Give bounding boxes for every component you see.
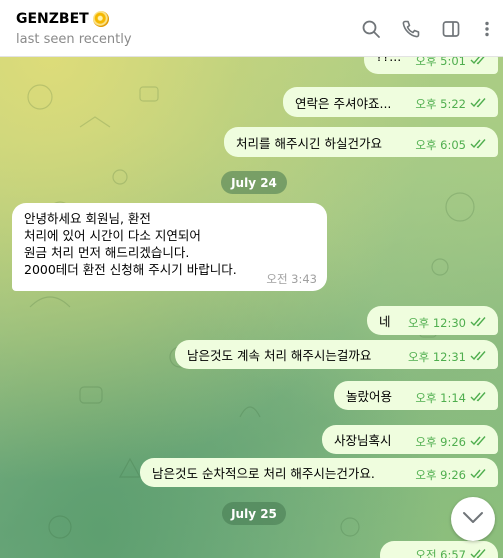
message-meta: 오후 6:05	[415, 137, 488, 153]
cyclone-emoji-icon	[92, 11, 109, 27]
message-line: 원금 처리 먼저 해드리겠습니다.	[24, 245, 190, 260]
search-icon[interactable]	[360, 18, 382, 40]
message-text: 안녕하세요 회원님, 환전 처리에 있어 시간이 다소 지연되어 원금 처리 먼…	[24, 210, 237, 278]
message-meta: 오후 5:01	[415, 57, 488, 69]
message-outgoing[interactable]: 남은것도 계속 처리 해주시는걸까요 오후 12:31	[175, 340, 498, 369]
message-outgoing[interactable]: 오전 6:57	[380, 541, 498, 558]
chat-title-text: GENZBET	[16, 11, 89, 27]
chat-header: GENZBET last seen recently	[0, 0, 503, 57]
double-check-icon	[470, 391, 488, 405]
message-text: 처리를 해주시긴 하실건가요	[236, 136, 382, 151]
message-meta: 오후 1:14	[415, 390, 488, 406]
message-line: 2000테더 환전 신청해 주시기 바랍니다.	[24, 262, 237, 277]
phone-icon[interactable]	[400, 18, 422, 40]
message-outgoing[interactable]: 남은것도 순차적으로 처리 해주시는건가요. 오후 9:26	[140, 458, 498, 487]
message-outgoing[interactable]: 네 오후 12:30	[367, 306, 498, 335]
chat-status: last seen recently	[16, 32, 132, 47]
chevron-down-icon	[462, 510, 484, 529]
chat-title[interactable]: GENZBET	[16, 11, 109, 27]
message-text: 사장님혹시	[334, 433, 392, 448]
double-check-icon	[470, 316, 488, 330]
message-line: 처리에 있어 시간이 다소 지연되어	[24, 228, 201, 243]
message-meta: 오후 5:22	[415, 96, 488, 112]
message-time: 오후 5:22	[415, 97, 466, 111]
message-outgoing[interactable]: 사장님혹시 오후 9:26	[322, 425, 498, 454]
message-outgoing[interactable]: 연락은 주셔야죠... 오후 5:22	[283, 87, 498, 117]
message-incoming[interactable]: 안녕하세요 회원님, 환전 처리에 있어 시간이 다소 지연되어 원금 처리 먼…	[12, 203, 327, 291]
message-meta: 오후 9:26	[415, 467, 488, 483]
double-check-icon	[470, 97, 488, 111]
message-meta: 오전 3:43	[266, 271, 317, 287]
message-line: 안녕하세요 회원님, 환전	[24, 211, 151, 226]
message-text: 놀랐어용	[346, 389, 393, 404]
double-check-icon	[470, 468, 488, 482]
message-text: 남은것도 계속 처리 해주시는걸까요	[187, 348, 372, 363]
message-time: 오후 1:14	[415, 391, 466, 405]
chat-message-area[interactable]: ??... 오후 5:01 연락은 주셔야죠... 오후 5:22 처리를 해주…	[0, 57, 503, 558]
message-meta: 오후 9:26	[415, 434, 488, 450]
message-time: 오후 6:05	[415, 138, 466, 152]
double-check-icon	[470, 138, 488, 152]
message-time: 오전 3:43	[266, 272, 317, 286]
double-check-icon	[470, 57, 488, 68]
message-outgoing[interactable]: ??... 오후 5:01	[364, 57, 498, 74]
date-separator: July 24	[221, 171, 287, 194]
message-text: 연락은 주셔야죠...	[295, 96, 392, 111]
double-check-icon	[470, 548, 488, 558]
double-check-icon	[470, 435, 488, 449]
message-outgoing[interactable]: 놀랐어용 오후 1:14	[334, 381, 498, 410]
message-time: 오후 12:30	[408, 316, 466, 330]
message-time: 오후 12:31	[408, 350, 466, 364]
message-meta: 오후 12:31	[408, 349, 488, 365]
message-text: 네	[379, 314, 391, 329]
message-meta: 오후 12:30	[408, 315, 488, 331]
message-text: ??...	[376, 57, 401, 64]
message-time: 오후 9:26	[415, 468, 466, 482]
date-separator: July 25	[222, 502, 286, 525]
message-text: 남은것도 순차적으로 처리 해주시는건가요.	[152, 466, 375, 481]
message-time: 오후 9:26	[415, 435, 466, 449]
message-meta: 오전 6:57	[415, 547, 488, 558]
message-time: 오후 5:01	[415, 57, 466, 68]
message-time: 오전 6:57	[415, 548, 466, 558]
double-check-icon	[470, 350, 488, 364]
telegram-chat-window: GENZBET last seen recently 오후 5:01 연락은 주…	[0, 0, 503, 558]
sidebar-toggle-icon[interactable]	[440, 18, 462, 40]
more-vertical-icon[interactable]	[476, 18, 498, 40]
scroll-to-bottom-button[interactable]	[451, 497, 495, 541]
message-outgoing[interactable]: 처리를 해주시긴 하실건가요 오후 6:05	[224, 127, 498, 157]
